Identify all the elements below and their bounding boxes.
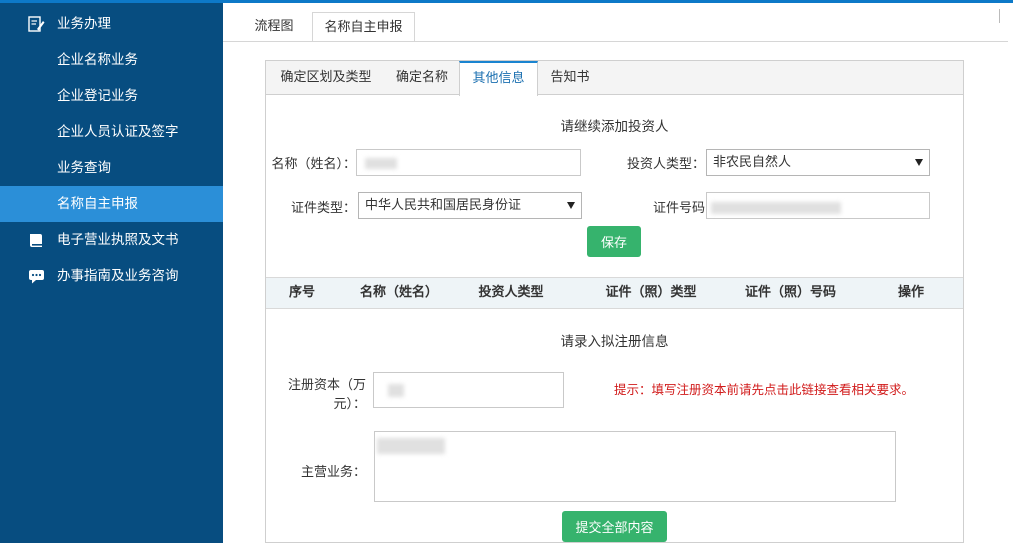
business-textarea[interactable] xyxy=(374,431,896,502)
name-label: 名称（姓名）： xyxy=(271,157,356,172)
redacted-value xyxy=(377,438,445,454)
sidebar-item-personnel-auth[interactable]: 企业人员认证及签字 xyxy=(0,114,223,150)
scrollbar[interactable] xyxy=(999,9,1005,23)
cert-type-select[interactable]: 中华人民共和国居民身份证 xyxy=(358,192,582,219)
tab-name-declaration[interactable]: 名称自主申报 xyxy=(312,12,415,42)
capital-input[interactable] xyxy=(373,372,564,408)
cert-no-label: 证件号码 xyxy=(652,201,705,216)
registration-section-title: 请录入拟注册信息 xyxy=(560,334,669,350)
redacted-value xyxy=(711,202,841,214)
sidebar-item-e-license[interactable]: 电子营业执照及文书 xyxy=(0,222,223,258)
inner-tab-bar: 确定区划及类型 确定名称 其他信息 告知书 xyxy=(266,61,963,96)
column-header: 名称（姓名） xyxy=(359,285,438,300)
sidebar-item-business-query[interactable]: 业务查询 xyxy=(0,150,223,186)
sidebar-item-name-declaration[interactable]: 名称自主申报 xyxy=(0,186,223,222)
chat-icon xyxy=(29,270,44,284)
business-label: 主营业务： xyxy=(300,465,366,480)
sidebar-item-label: 企业名称业务 xyxy=(57,52,138,68)
cert-type-label: 证件类型： xyxy=(290,201,356,216)
investor-type-label: 投资人类型： xyxy=(626,157,705,172)
investor-table-header: 序号 名称（姓名） 投资人类型 证件（照）类型 证件（照）号码 操作 xyxy=(266,277,963,309)
edit-icon xyxy=(28,16,45,32)
capital-label-line-2: 元）： xyxy=(333,397,366,412)
cert-type-value: 中华人民共和国居民身份证 xyxy=(365,198,522,213)
dropdown-caret-icon xyxy=(567,202,575,209)
tab-confirm-name[interactable]: 确定名称 xyxy=(386,61,458,95)
main-content: 流程图 名称自主申报 确定区划及类型 确定名称 其他信息 告知书 请继续添加投资… xyxy=(223,0,1013,543)
tab-other-info[interactable]: 其他信息 xyxy=(459,61,538,96)
investor-type-select[interactable]: 非农民自然人 xyxy=(706,149,930,176)
capital-label-line-1: 注册资本（万 xyxy=(287,378,366,393)
sidebar-item-label: 办事指南及业务咨询 xyxy=(57,268,179,284)
tab-notice[interactable]: 告知书 xyxy=(538,61,602,95)
column-header: 操作 xyxy=(897,285,924,300)
name-input[interactable] xyxy=(356,149,581,176)
dropdown-caret-icon xyxy=(915,159,923,166)
sidebar-item-label: 名称自主申报 xyxy=(57,196,138,212)
cert-no-input[interactable] xyxy=(706,192,930,219)
sidebar-item-label: 电子营业执照及文书 xyxy=(57,232,179,248)
submit-all-button[interactable]: 提交全部内容 xyxy=(562,511,667,542)
sidebar-item-guide[interactable]: 办事指南及业务咨询 xyxy=(0,258,223,294)
sidebar-item-label: 企业登记业务 xyxy=(57,88,138,104)
capital-hint-link[interactable]: 提示：填写注册资本前请先点击此链接查看相关要求。 xyxy=(614,379,914,398)
sidebar-item-enterprise-name[interactable]: 企业名称业务 xyxy=(0,42,223,78)
book-icon xyxy=(30,234,42,247)
column-header: 投资人类型 xyxy=(478,285,544,300)
tab-region-type[interactable]: 确定区划及类型 xyxy=(266,61,386,95)
sidebar-item-enterprise-registration[interactable]: 企业登记业务 xyxy=(0,78,223,114)
tab-divider xyxy=(223,41,1008,42)
column-header: 序号 xyxy=(288,285,315,300)
investor-section-title: 请继续添加投资人 xyxy=(560,119,669,135)
column-header: 证件（照）号码 xyxy=(744,285,836,300)
sidebar-item-label: 业务办理 xyxy=(57,16,111,32)
sidebar: 业务办理 企业名称业务 企业登记业务 企业人员认证及签字 业务查询 名称自主申报… xyxy=(0,0,223,543)
sidebar-item-label: 企业人员认证及签字 xyxy=(57,124,179,140)
redacted-value xyxy=(388,384,404,397)
sidebar-item-business-handling[interactable]: 业务办理 xyxy=(0,6,223,42)
investor-type-value: 非农民自然人 xyxy=(713,155,792,170)
column-header: 证件（照）类型 xyxy=(605,285,697,300)
form-panel: 确定区划及类型 确定名称 其他信息 告知书 请继续添加投资人 名称（姓名）： 投… xyxy=(265,60,964,543)
sidebar-item-label: 业务查询 xyxy=(57,160,111,176)
redacted-value xyxy=(365,158,397,169)
save-button[interactable]: 保存 xyxy=(587,226,641,257)
capital-label: 注册资本（万 元）： xyxy=(266,374,366,412)
tab-flowchart[interactable]: 流程图 xyxy=(243,12,305,42)
